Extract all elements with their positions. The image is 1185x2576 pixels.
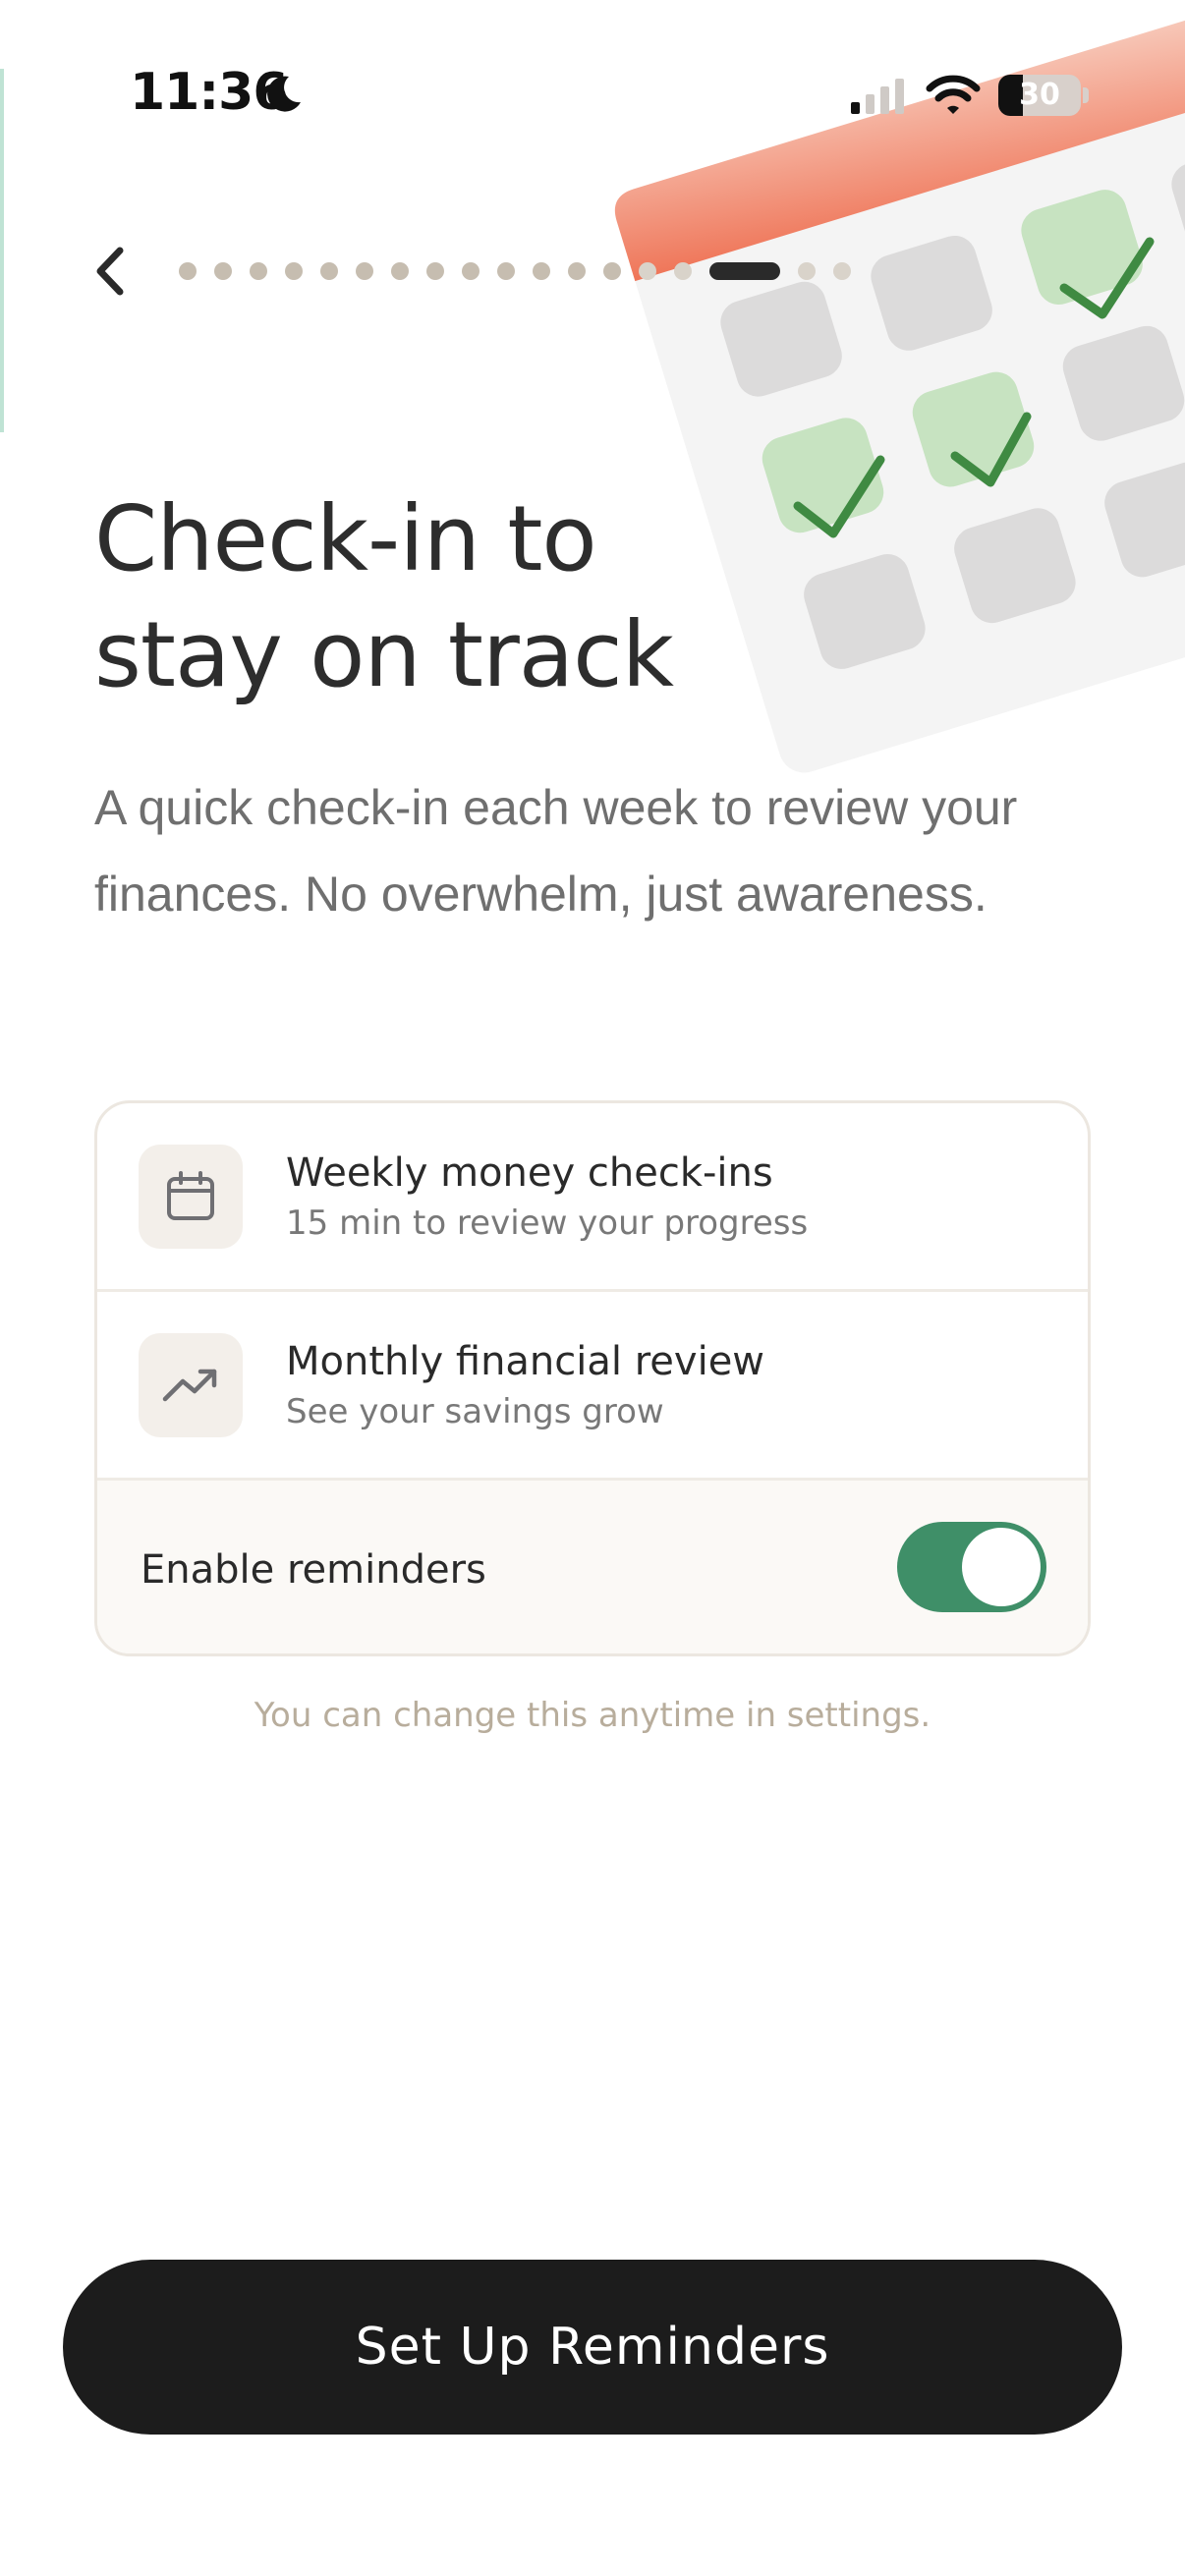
back-button[interactable] <box>83 232 138 310</box>
progress-dot <box>674 262 692 280</box>
progress-dot <box>320 262 338 280</box>
feature-monthly-review: Monthly financial review See your saving… <box>97 1292 1088 1481</box>
reminders-label: Enable reminders <box>141 1547 486 1593</box>
settings-note: You can change this anytime in settings. <box>254 1696 931 1735</box>
progress-dot <box>833 262 851 280</box>
reminders-toggle[interactable] <box>897 1522 1046 1612</box>
battery-icon: 30 <box>998 75 1081 116</box>
progress-dot <box>497 262 515 280</box>
battery-percent: 30 <box>1019 78 1060 112</box>
page-subtitle: A quick check-in each week to review you… <box>94 780 1018 922</box>
toggle-knob <box>962 1528 1041 1606</box>
trending-up-icon <box>139 1332 243 1437</box>
progress-dot <box>356 262 373 280</box>
progress-dot <box>426 262 444 280</box>
progress-dot <box>391 262 409 280</box>
features-card: Weekly money check-ins 15 min to review … <box>94 1100 1091 1656</box>
progress-dot <box>533 262 550 280</box>
feature-title: Monthly financial review <box>286 1338 765 1384</box>
progress-dot-active <box>709 262 780 280</box>
progress-dot <box>179 262 197 280</box>
progress-dot <box>250 262 267 280</box>
feature-title: Weekly money check-ins <box>286 1149 773 1196</box>
chevron-left-icon <box>96 247 124 296</box>
progress-dot <box>568 262 586 280</box>
progress-dot <box>798 262 816 280</box>
set-up-reminders-button[interactable]: Set Up Reminders <box>63 2260 1122 2435</box>
wifi-icon <box>926 75 981 114</box>
feature-subtitle: 15 min to review your progress <box>286 1203 809 1243</box>
signal-icon <box>851 79 904 114</box>
battery-tip <box>1083 87 1089 103</box>
progress-dot <box>285 262 303 280</box>
calendar-icon <box>139 1144 243 1249</box>
progress-dot <box>603 262 621 280</box>
progress-dot <box>462 262 480 280</box>
reminders-row: Enable reminders <box>97 1481 1088 1653</box>
moon-icon <box>267 76 301 112</box>
progress-indicator <box>179 261 869 281</box>
progress-dot <box>639 262 656 280</box>
page-title: Check-in to stay on track <box>94 486 674 707</box>
edge-decoration <box>0 69 4 432</box>
feature-subtitle: See your savings grow <box>286 1391 664 1431</box>
progress-dot <box>214 262 232 280</box>
feature-weekly-checkins: Weekly money check-ins 15 min to review … <box>97 1103 1088 1292</box>
